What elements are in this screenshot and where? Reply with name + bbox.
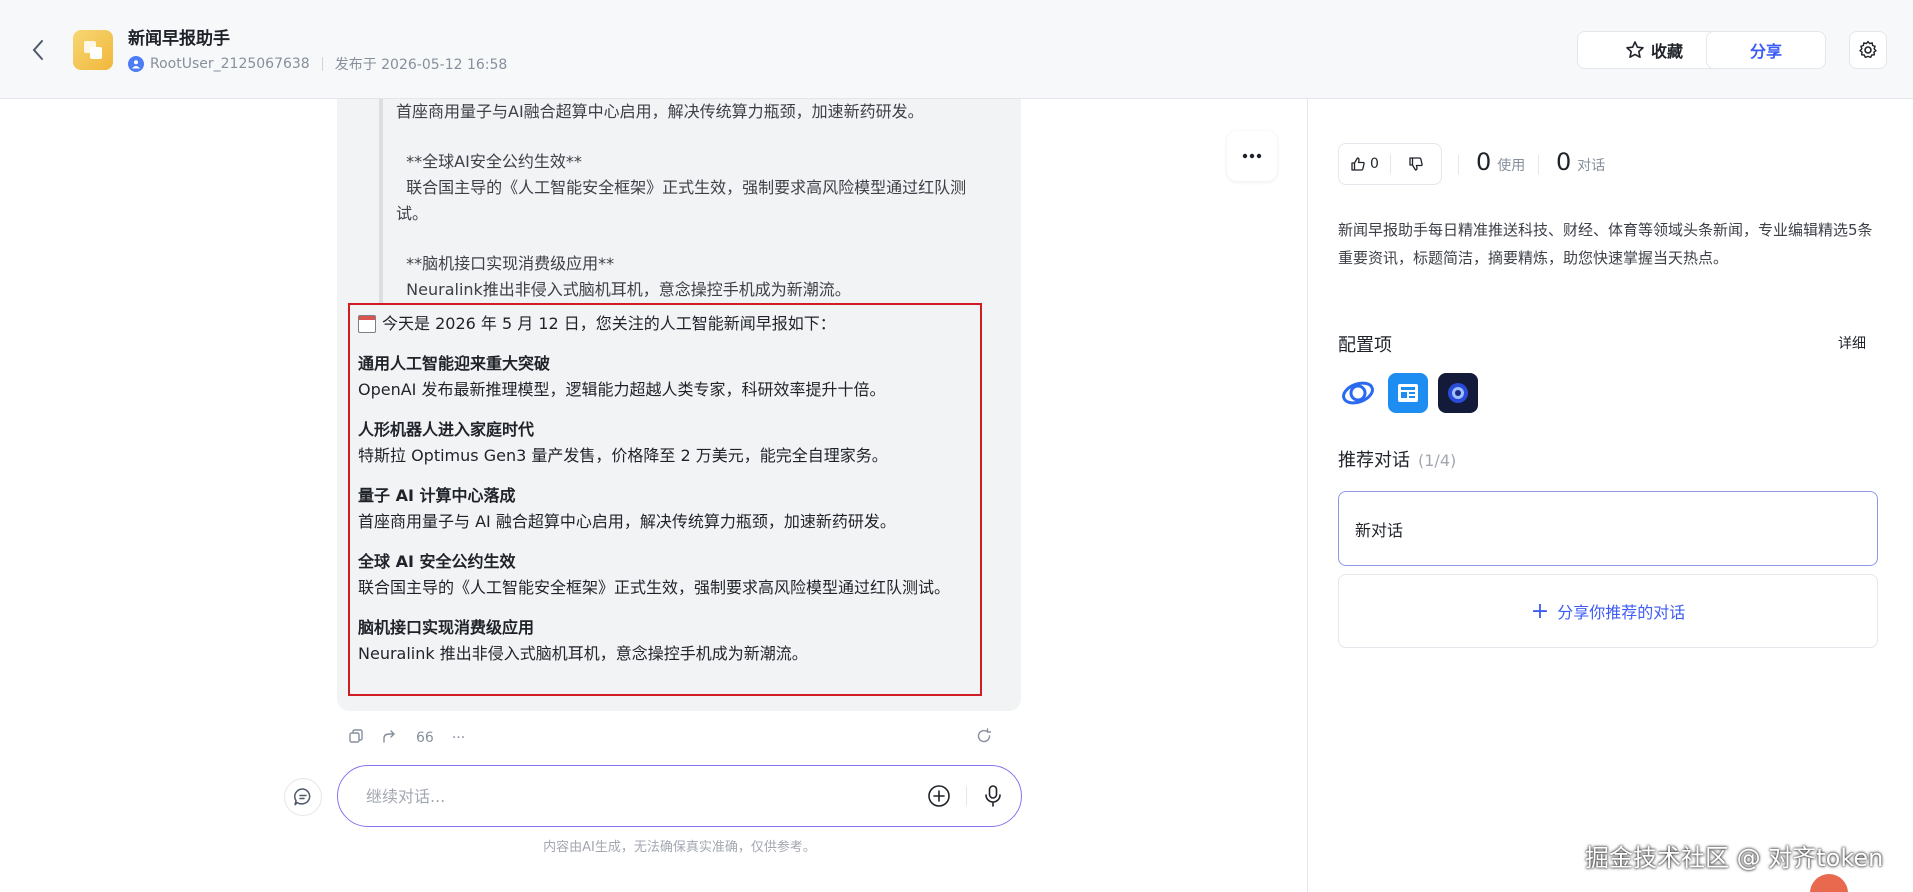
recommend-count: (1/4): [1418, 451, 1457, 470]
app-meta: RootUser_2125067638 发布于 2026-05-12 16:58: [128, 54, 507, 74]
usage-stat: 0 使用: [1476, 148, 1525, 176]
like-button[interactable]: 0: [1339, 156, 1390, 172]
plugin-list: [1338, 373, 1478, 413]
stat-divider: [1458, 155, 1459, 175]
conversation-stat: 0 对话: [1556, 148, 1605, 176]
settings-button[interactable]: [1849, 31, 1887, 69]
back-arrow-icon: [32, 40, 43, 60]
config-title: 配置项: [1338, 335, 1392, 356]
add-attachment-icon[interactable]: [926, 783, 952, 809]
conversation-label: 对话: [1577, 158, 1606, 174]
panel-divider: [1307, 99, 1308, 892]
quote-line: **全球AI安全公约生效**: [396, 152, 582, 171]
copy-icon: [349, 729, 363, 743]
news-item: 通用人工智能迎来重大突破 OpenAI 发布最新推理模型，逻辑能力超越人类专家，…: [358, 351, 972, 403]
plugin-browser[interactable]: [1338, 373, 1378, 413]
vote-box: 0: [1338, 143, 1442, 185]
news-body: OpenAI 发布最新推理模型，逻辑能力超越人类专家，科研效率提升十倍。: [358, 380, 886, 399]
quote-line: 联合国主导的《人工智能安全框架》正式生效，强制要求高风险模型通过红队测试。: [396, 178, 967, 223]
plugin-search[interactable]: [1438, 373, 1478, 413]
plus-icon: +: [1530, 598, 1550, 624]
message-more-button[interactable]: [1227, 131, 1277, 181]
calendar-icon: [358, 315, 376, 333]
news-summary-highlight: 今天是 2026 年 5 月 12 日，您关注的人工智能新闻早报如下： 通用人工…: [348, 303, 982, 696]
lens-icon: [1448, 383, 1468, 403]
forward-button[interactable]: [382, 728, 398, 748]
usage-count: 0: [1476, 148, 1492, 176]
user-icon: [128, 56, 144, 72]
stat-divider: [1538, 155, 1539, 175]
news-body: 特斯拉 Optimus Gen3 量产发售，价格降至 2 万美元，能完全自理家务…: [358, 446, 888, 465]
back-button[interactable]: [26, 36, 50, 64]
news-title: 人形机器人进入家庭时代: [358, 420, 535, 439]
thumbs-down-icon: [1409, 157, 1423, 171]
share-button[interactable]: 分享: [1706, 31, 1826, 69]
quote-line: **脑机接口实现消费级应用**: [396, 254, 615, 273]
new-topic-button[interactable]: [284, 778, 322, 816]
input-divider: [966, 786, 967, 806]
news-item: 脑机接口实现消费级应用 Neuralink 推出非侵入式脑机耳机，意念操控手机成…: [358, 615, 972, 667]
news-item: 人形机器人进入家庭时代 特斯拉 Optimus Gen3 量产发售，价格降至 2…: [358, 417, 972, 469]
news-body: 首座商用量子与 AI 融合超算中心启用，解决传统算力瓶颈，加速新药研发。: [358, 512, 896, 531]
ai-disclaimer: 内容由AI生成，无法确保真实准确，仅供参考。: [543, 840, 816, 855]
conversation-title: 新对话: [1355, 520, 1404, 540]
app-description: 新闻早报助手每日精准推送科技、财经、体育等领域头条新闻，专业编辑精选5条重要资讯…: [1338, 221, 1873, 267]
app-title: 新闻早报助手: [128, 29, 230, 49]
news-title: 脑机接口实现消费级应用: [358, 618, 535, 637]
chat-input[interactable]: [366, 780, 926, 812]
news-body: 联合国主导的《人工智能安全框架》正式生效，强制要求高风险模型通过红队测试。: [358, 578, 951, 597]
plugin-news[interactable]: [1388, 373, 1428, 413]
news-body: Neuralink 推出非侵入式脑机耳机，意念操控手机成为新潮流。: [358, 644, 808, 663]
news-item: 全球 AI 安全公约生效 联合国主导的《人工智能安全框架》正式生效，强制要求高风…: [358, 549, 972, 601]
more-dots-icon: [1242, 153, 1262, 159]
watermark: 掘金技术社区 @ 对齐token: [1585, 844, 1884, 872]
copy-button[interactable]: [348, 728, 364, 748]
gear-icon: [1859, 40, 1877, 59]
quote-button[interactable]: 66: [416, 730, 434, 746]
regenerate-button[interactable]: [976, 728, 992, 748]
chat-bubble-icon: [294, 788, 311, 806]
floating-badge[interactable]: [1810, 874, 1848, 892]
author-name[interactable]: RootUser_2125067638: [150, 56, 310, 72]
news-item: 量子 AI 计算中心落成 首座商用量子与 AI 融合超算中心启用，解决传统算力瓶…: [358, 483, 972, 535]
message-actions: 66 ···: [348, 726, 1010, 750]
publish-time: 发布于 2026-05-12 16:58: [334, 57, 508, 73]
detail-link[interactable]: 详细: [1838, 333, 1866, 353]
like-count: 0: [1370, 156, 1379, 172]
more-actions-button[interactable]: ···: [452, 730, 465, 746]
browser-icon: [1342, 381, 1374, 405]
share-conversation-label: 分享你推荐的对话: [1557, 603, 1686, 622]
app-avatar: [73, 30, 113, 70]
news-title: 全球 AI 安全公约生效: [358, 552, 516, 571]
star-icon: [1626, 41, 1644, 58]
quote-line: 首座商用量子与AI融合超算中心启用，解决传统算力瓶颈，加速新药研发。: [396, 102, 924, 121]
thumbs-up-icon: [1351, 157, 1365, 171]
top-header: 新闻早报助手 RootUser_2125067638 发布于 2026-05-1…: [0, 0, 1913, 99]
usage-label: 使用: [1497, 158, 1526, 174]
quoted-content: 首座商用量子与AI融合超算中心启用，解决传统算力瓶颈，加速新药研发。 **全球A…: [379, 99, 989, 303]
dislike-button[interactable]: [1390, 154, 1441, 174]
app-logo-icon: [84, 41, 102, 59]
recommend-title-text: 推荐对话: [1338, 450, 1410, 471]
recommended-conversation[interactable]: 新对话: [1338, 491, 1878, 566]
news-intro: 今天是 2026 年 5 月 12 日，您关注的人工智能新闻早报如下：: [358, 311, 972, 337]
share-label: 分享: [1749, 42, 1782, 61]
chat-input-box: [337, 765, 1022, 827]
news-title: 量子 AI 计算中心落成: [358, 486, 516, 505]
share-conversation-button[interactable]: + 分享你推荐的对话: [1338, 574, 1878, 648]
quote-line: Neuralink推出非侵入式脑机耳机，意念操控手机成为新潮流。: [396, 280, 851, 299]
news-icon: [1398, 384, 1418, 402]
recommend-title: 推荐对话 (1/4): [1338, 446, 1456, 472]
share-arrow-icon: [383, 730, 395, 743]
favorite-label: 收藏: [1650, 42, 1683, 61]
news-intro-text: 今天是 2026 年 5 月 12 日，您关注的人工智能新闻早报如下：: [382, 314, 836, 333]
meta-divider: [321, 57, 323, 71]
conversation-count: 0: [1556, 148, 1572, 176]
refresh-icon: [977, 728, 992, 743]
news-title: 通用人工智能迎来重大突破: [358, 354, 551, 373]
microphone-icon[interactable]: [980, 783, 1006, 809]
